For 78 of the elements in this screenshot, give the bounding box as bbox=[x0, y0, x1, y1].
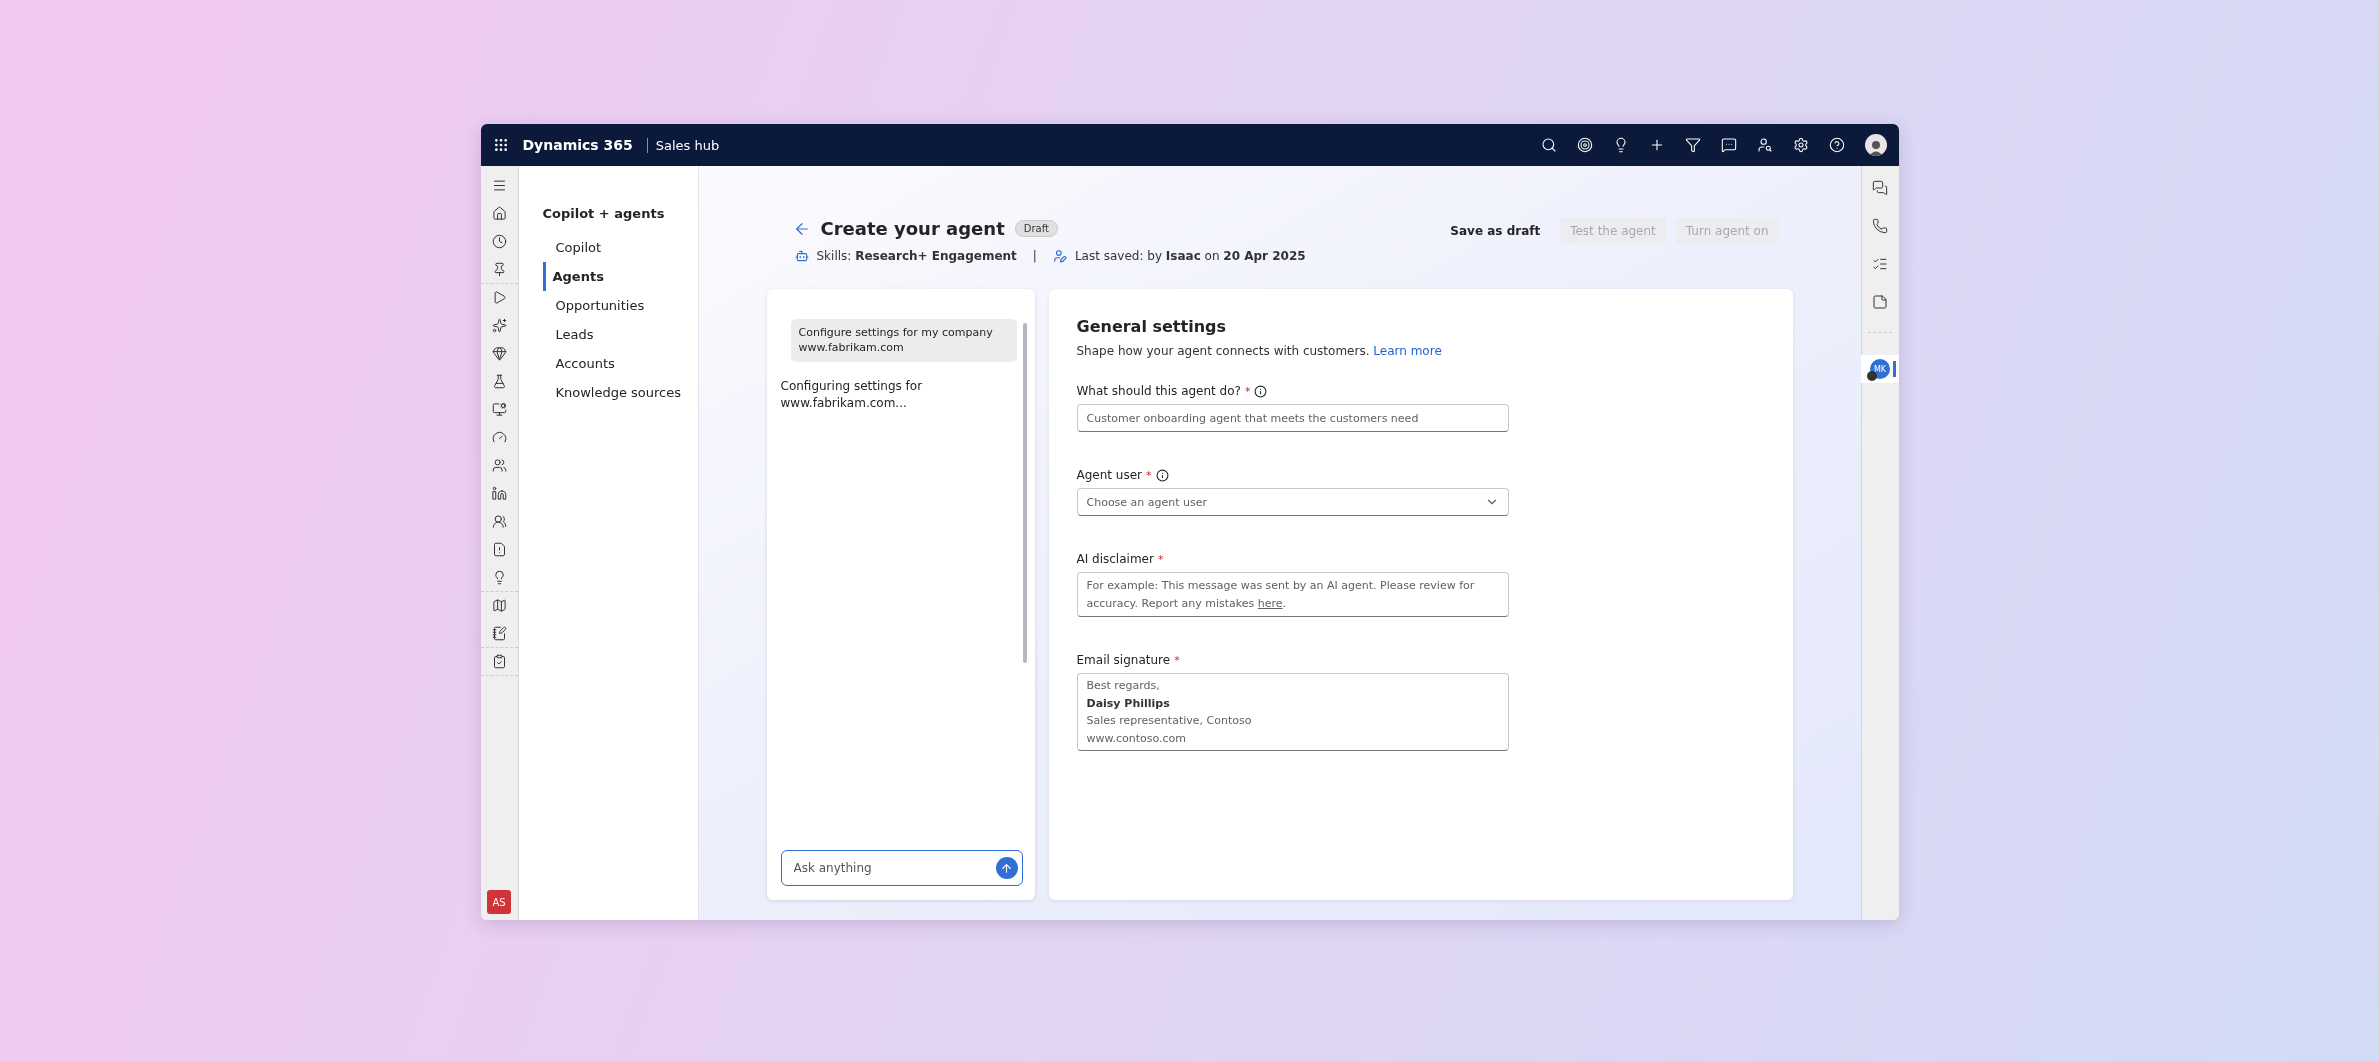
meta-separator: | bbox=[1032, 249, 1037, 263]
people-icon[interactable] bbox=[491, 458, 507, 473]
app-launcher-icon[interactable] bbox=[492, 137, 509, 153]
help-icon[interactable] bbox=[1828, 137, 1845, 153]
chat-box[interactable]: Ask anything bbox=[780, 850, 1023, 886]
required-mark: * bbox=[1157, 552, 1164, 566]
people-icon[interactable] bbox=[491, 514, 507, 529]
signature-field[interactable]: Best regards, Daisy Phillips Sales representative, Contoso www.contoso.com bbox=[1076, 673, 1509, 751]
app-area: Sales hub bbox=[646, 137, 720, 153]
nav-item[interactable]: Leads bbox=[542, 320, 698, 349]
contact-tab[interactable]: MK bbox=[1861, 355, 1899, 383]
linkedin-icon[interactable] bbox=[491, 486, 507, 501]
disclaimer-field[interactable]: For example: This message was sent by an AI agent. Please review for accuracy. Report any mistakes here. bbox=[1076, 572, 1509, 618]
monitor-gear-icon[interactable] bbox=[491, 402, 507, 417]
agent-user-dropdown[interactable]: Choose an agent user bbox=[1076, 488, 1509, 516]
field-label: Email signature bbox=[1076, 653, 1171, 668]
scrollbar[interactable] bbox=[1022, 323, 1027, 663]
user-message: Configure settings for my company www.fabrikam.com bbox=[790, 319, 1017, 362]
chat-icon[interactable] bbox=[1720, 137, 1737, 153]
signature-line: Sales representative, Contoso bbox=[1086, 713, 1253, 730]
alert-document-icon[interactable] bbox=[491, 542, 507, 557]
text-field[interactable]: Customer onboarding agent that meets the customers need bbox=[1076, 404, 1509, 432]
user-avatar[interactable] bbox=[1864, 134, 1887, 156]
nav-item[interactable]: Knowledge sources bbox=[542, 378, 698, 407]
chat-icon[interactable] bbox=[1872, 180, 1888, 196]
nav-title: Copilot + agents bbox=[542, 206, 666, 221]
user-edit-icon bbox=[1052, 249, 1067, 263]
gem-icon[interactable] bbox=[491, 346, 507, 361]
home-icon[interactable] bbox=[491, 206, 507, 221]
field-label: AI disclaimer bbox=[1076, 552, 1154, 566]
required-mark: * bbox=[1174, 653, 1180, 667]
field-label: Agent user bbox=[1076, 468, 1142, 482]
required-mark: * bbox=[1146, 468, 1152, 482]
note-icon[interactable] bbox=[1872, 294, 1888, 310]
settings-icon[interactable] bbox=[1792, 137, 1809, 153]
checklist-icon[interactable] bbox=[1872, 256, 1888, 272]
pin-icon[interactable] bbox=[491, 262, 507, 277]
menu-icon[interactable] bbox=[491, 178, 507, 193]
map-icon[interactable] bbox=[491, 598, 507, 613]
call-status-icon bbox=[1867, 371, 1877, 381]
target-icon[interactable] bbox=[1576, 137, 1593, 153]
notebook-icon[interactable] bbox=[491, 626, 507, 641]
play-icon[interactable] bbox=[491, 290, 507, 305]
info-icon[interactable] bbox=[1254, 384, 1268, 398]
phone-icon[interactable] bbox=[1872, 218, 1888, 234]
field-label: What should this agent do? bbox=[1076, 384, 1241, 398]
flask-icon[interactable] bbox=[491, 374, 507, 389]
here-link[interactable]: here bbox=[1257, 596, 1283, 610]
filter-icon[interactable] bbox=[1684, 137, 1701, 153]
sparkles-icon[interactable] bbox=[491, 318, 507, 333]
clock-icon[interactable] bbox=[491, 234, 507, 249]
section-title: General settings bbox=[1076, 317, 1227, 336]
last-saved-text: Last saved: by Isaac on 20 Apr 2025 bbox=[1074, 249, 1306, 263]
nav-item[interactable]: Opportunities bbox=[542, 291, 698, 320]
search-icon[interactable] bbox=[1540, 137, 1557, 153]
page-title: Create your agent bbox=[820, 218, 1005, 239]
section-subtitle: Shape how your agent connects with customers. Learn more bbox=[1076, 344, 1443, 358]
signature-line: Best regards, bbox=[1086, 678, 1161, 695]
gauge-icon[interactable] bbox=[491, 430, 507, 445]
header-button[interactable]: Save as draft bbox=[1440, 218, 1551, 244]
status-badge: Draft bbox=[1014, 220, 1058, 237]
contact-avatar: MK bbox=[1870, 359, 1890, 379]
person-search-icon[interactable] bbox=[1756, 137, 1773, 153]
info-icon[interactable] bbox=[1155, 468, 1169, 482]
signature-line: Daisy Phillips bbox=[1086, 695, 1171, 712]
user-initials-avatar[interactable]: AS bbox=[487, 890, 511, 914]
bot-icon bbox=[794, 249, 809, 263]
learn-more-link[interactable]: Learn more bbox=[1373, 344, 1442, 358]
required-mark: * bbox=[1244, 384, 1251, 398]
send-button[interactable] bbox=[995, 857, 1018, 879]
signature-line: www.contoso.com bbox=[1086, 730, 1188, 747]
nav-item[interactable]: Accounts bbox=[542, 349, 698, 378]
skills-text: Skills: Research+ Engagement bbox=[816, 249, 1017, 263]
nav-item[interactable]: Copilot bbox=[542, 233, 698, 262]
arrow-up-icon bbox=[1000, 861, 1013, 875]
clipboard-check-icon[interactable] bbox=[491, 654, 507, 669]
app-name: Dynamics 365 bbox=[522, 137, 633, 153]
agent-message: Configuring settings for www.fabrikam.com... bbox=[780, 377, 924, 412]
